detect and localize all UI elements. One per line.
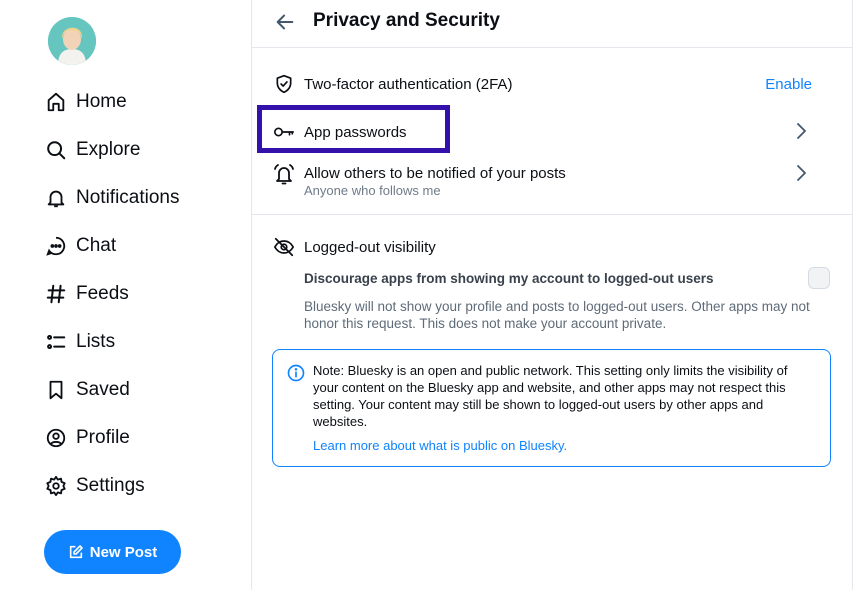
chevron-right-icon: [794, 164, 808, 187]
notify-posts-row[interactable]: Allow others to be notified of your post…: [272, 162, 832, 200]
notify-posts-sub: Anyone who follows me: [304, 182, 441, 198]
bell-icon: [44, 186, 68, 210]
nav-label: Notifications: [76, 187, 180, 208]
notice-text: Note: Bluesky is an open and public netw…: [313, 363, 788, 429]
nav-label: Home: [76, 91, 127, 112]
notify-posts-text: Allow others to be notified of your post…: [304, 165, 566, 198]
chat-icon: [44, 234, 68, 258]
highlight-box: [257, 105, 450, 153]
main-panel: Privacy and Security Two-factor authenti…: [252, 0, 852, 590]
nav-item-profile[interactable]: Profile: [44, 414, 180, 462]
nav-item-feeds[interactable]: Feeds: [44, 270, 180, 318]
new-post-label: New Post: [89, 543, 158, 561]
nav-label: Lists: [76, 331, 116, 352]
discourage-apps-checkbox[interactable]: [808, 267, 830, 289]
header: Privacy and Security: [252, 0, 852, 48]
gear-icon: [44, 474, 68, 498]
avatar-image: [48, 17, 96, 65]
profile-icon: [44, 426, 68, 450]
learn-more-link[interactable]: Learn more about what is public on Blues…: [313, 438, 567, 453]
main-right-border: [852, 0, 853, 590]
nav-label: Profile: [76, 427, 130, 448]
discourage-apps-description: Bluesky will not show your profile and p…: [304, 299, 810, 331]
nav-item-home[interactable]: Home: [44, 78, 180, 126]
info-notice: Note: Bluesky is an open and public netw…: [272, 349, 831, 467]
section-divider: [252, 214, 852, 215]
nav-label: Feeds: [76, 283, 129, 304]
sidebar: Home Explore Notifications Chat Feeds Li…: [0, 0, 251, 590]
notify-posts-label: Allow others to be notified of your post…: [304, 164, 566, 182]
shield-icon: [272, 72, 296, 96]
nav-item-settings[interactable]: Settings: [44, 462, 180, 510]
logged-out-visibility-label: Logged-out visibility: [304, 238, 436, 256]
nav-item-saved[interactable]: Saved: [44, 366, 180, 414]
bell-ringing-icon: [272, 162, 296, 186]
nav-label: Chat: [76, 235, 117, 256]
eye-slash-icon: [272, 235, 296, 259]
nav-label: Explore: [76, 139, 141, 160]
bookmark-icon: [44, 378, 68, 402]
info-icon: [287, 364, 305, 387]
two-factor-label: Two-factor authentication (2FA): [304, 75, 513, 93]
main-nav: Home Explore Notifications Chat Feeds Li…: [44, 78, 180, 510]
two-factor-row[interactable]: Two-factor authentication (2FA) Enable: [272, 72, 832, 96]
search-icon: [44, 138, 68, 162]
discourage-apps-title: Discourage apps from showing my account …: [304, 271, 714, 286]
list-icon: [44, 330, 68, 354]
arrow-left-icon: [276, 14, 294, 30]
page-title: Privacy and Security: [313, 10, 500, 31]
chevron-right-icon: [794, 122, 808, 145]
back-button[interactable]: [274, 11, 298, 33]
nav-item-lists[interactable]: Lists: [44, 318, 180, 366]
edit-icon: [68, 544, 84, 560]
nav-label: Saved: [76, 379, 130, 400]
new-post-button[interactable]: New Post: [44, 530, 181, 574]
nav-item-explore[interactable]: Explore: [44, 126, 180, 174]
logged-out-visibility-row: Logged-out visibility: [272, 235, 832, 259]
nav-label: Settings: [76, 475, 145, 496]
enable-2fa-link[interactable]: Enable: [765, 76, 812, 93]
nav-item-notifications[interactable]: Notifications: [44, 174, 180, 222]
nav-item-chat[interactable]: Chat: [44, 222, 180, 270]
avatar[interactable]: [48, 17, 96, 65]
hash-icon: [44, 282, 68, 306]
home-icon: [44, 90, 68, 114]
